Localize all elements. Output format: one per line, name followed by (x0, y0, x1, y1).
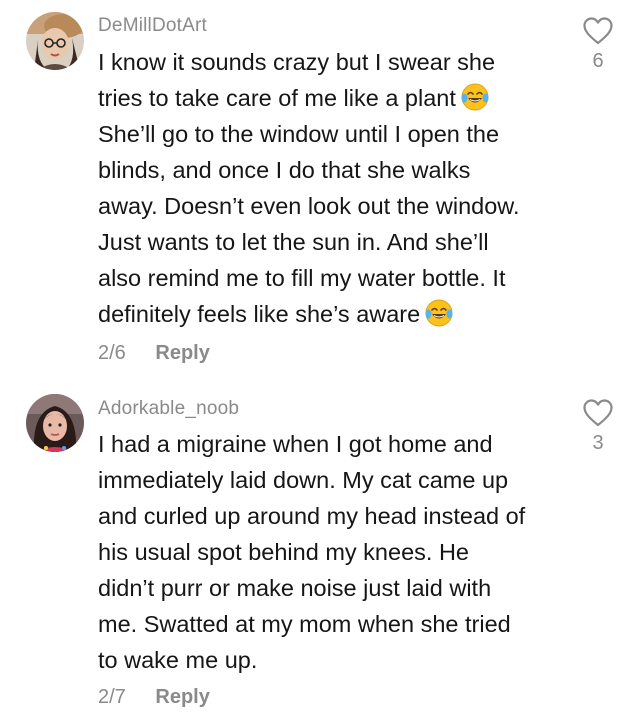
comment-line: his usual spot behind my knees. He (98, 539, 469, 565)
heart-icon[interactable] (582, 16, 614, 46)
comment-line: I had a migraine when I got home and (98, 431, 493, 457)
like-count: 6 (592, 50, 604, 72)
like-count: 3 (592, 432, 604, 454)
comment-line: definitely feels like she’s aware (98, 296, 568, 332)
tears-of-joy-emoji-icon (425, 299, 453, 327)
comment-line: and curled up around my head instead of (98, 503, 526, 529)
comment-date: 2/6 (98, 342, 126, 364)
like-control: 3 (582, 398, 614, 455)
comment-line-text: tries to take care of me like a plant (98, 85, 456, 111)
comment-line: didn’t purr or make noise just laid with (98, 575, 492, 601)
comment-line: away. Doesn’t even look out the window. (98, 193, 520, 219)
comment-line: immediately laid down. My cat came up (98, 467, 509, 493)
comment-username[interactable]: DeMillDotArt (98, 15, 207, 37)
avatar[interactable] (26, 394, 84, 452)
reply-button[interactable]: Reply (155, 686, 209, 709)
comment-line: She’ll go to the window until I open the (98, 121, 500, 147)
comment-line: I know it sounds crazy but I swear she (98, 49, 496, 75)
tears-of-joy-emoji-icon (461, 83, 489, 111)
comment-meta: 2/7 Reply (98, 686, 210, 709)
like-control: 6 (582, 16, 614, 73)
comment-line: also remind me to fill my water bottle. … (98, 265, 506, 291)
comment-text: I know it sounds crazy but I swear she t… (98, 44, 568, 332)
comment-username[interactable]: Adorkable_noob (98, 398, 239, 420)
comment-meta: 2/6 Reply (98, 342, 210, 365)
comment-line: me. Swatted at my mom when she tried (98, 611, 511, 637)
avatar[interactable] (26, 12, 84, 70)
comment-line: to wake me up. (98, 647, 258, 673)
comment-item: DeMillDotArt I know it sounds crazy but … (0, 0, 640, 380)
comment-line: blinds, and once I do that she walks (98, 157, 471, 183)
comment-date: 2/7 (98, 686, 126, 708)
comment-line: tries to take care of me like a plant (98, 80, 568, 116)
comment-item: Adorkable_noob I had a migraine when I g… (0, 380, 640, 722)
comment-text: I had a migraine when I got home and imm… (98, 426, 568, 678)
comment-line-text: definitely feels like she’s aware (98, 301, 421, 327)
comment-line: Just wants to let the sun in. And she’ll (98, 229, 489, 255)
reply-button[interactable]: Reply (155, 342, 209, 365)
heart-icon[interactable] (582, 398, 614, 428)
